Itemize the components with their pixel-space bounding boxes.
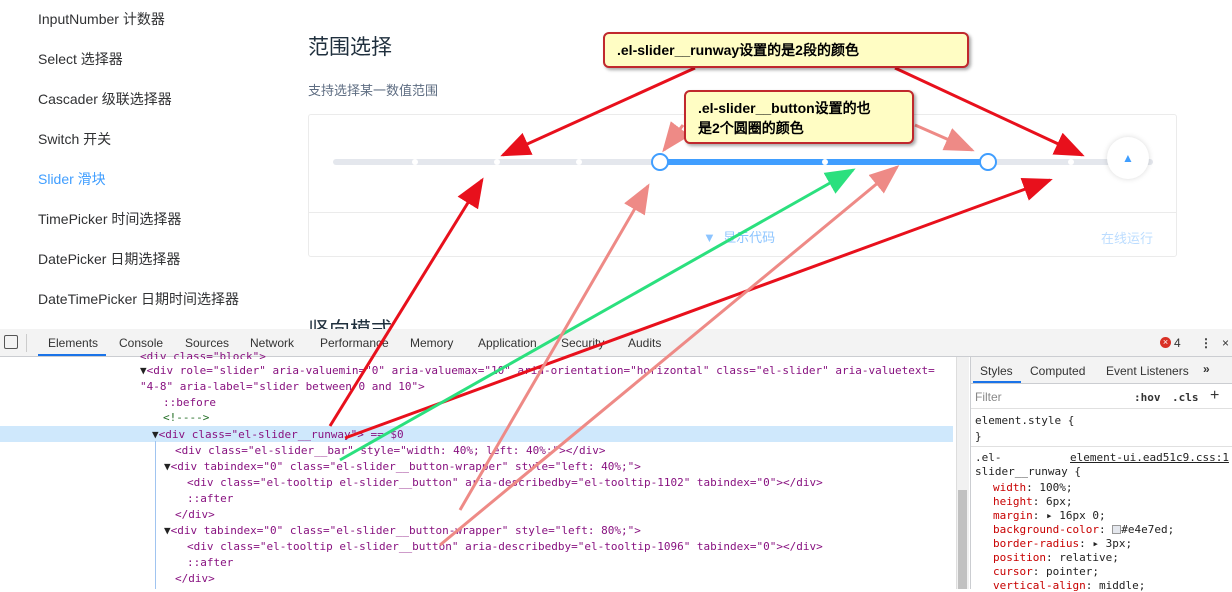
callout-button-line: .el-slider__button设置的也 — [698, 100, 871, 116]
arrow-line — [914, 123, 975, 152]
arrow-line — [439, 165, 900, 547]
arrow-line — [894, 66, 1085, 157]
callout-button-line: 是2个圆圈的颜色 — [698, 120, 804, 136]
annotation-arrows — [328, 66, 1085, 547]
callout-button: .el-slider__button设置的也 是2个圆圈的颜色 — [684, 90, 914, 144]
arrow-line — [328, 177, 484, 427]
arrow-line — [344, 178, 1053, 440]
arrow-line — [500, 66, 696, 157]
arrow-line — [662, 121, 690, 153]
callout-runway: .el-slider__runway设置的是2段的颜色 — [603, 32, 969, 68]
arrow-line — [458, 183, 650, 511]
